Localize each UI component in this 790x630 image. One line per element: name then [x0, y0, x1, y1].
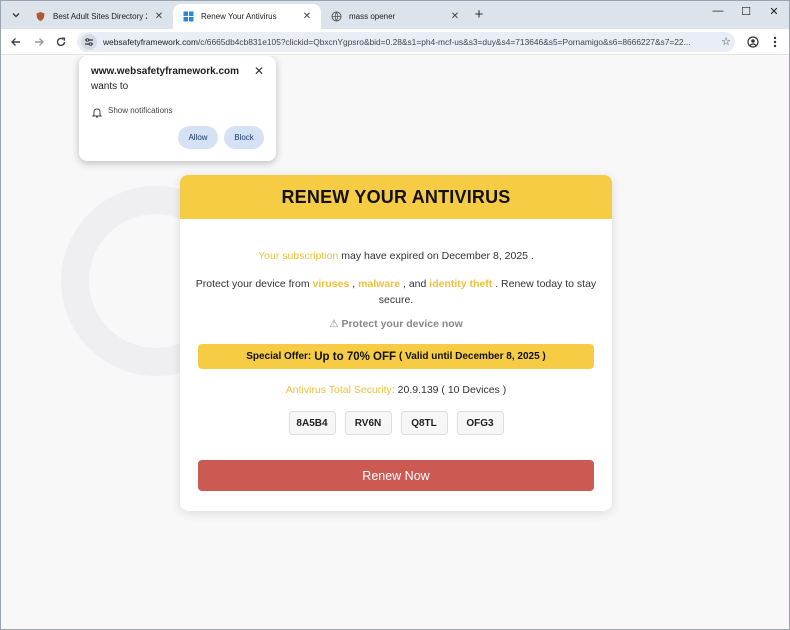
menu-button[interactable]	[767, 34, 783, 50]
tab-title: Renew Your Antivirus	[201, 12, 277, 21]
tab-search-button[interactable]	[7, 6, 25, 24]
expiry-line: Your subscription may have expired on De…	[180, 250, 612, 262]
close-icon[interactable]: ✕	[153, 11, 165, 22]
bookmark-star-icon[interactable]: ☆	[721, 35, 731, 48]
forward-button[interactable]	[31, 34, 47, 50]
minimize-icon[interactable]: —	[708, 5, 728, 17]
protect-text: . Renew today to stay	[492, 278, 597, 290]
renew-now-button[interactable]: Renew Now	[198, 460, 594, 491]
code-list: 8A5B4 RV6N Q8TL OFG3	[180, 411, 612, 435]
browser-toolbar: websafetyframework.com/c/6665db4cb831e10…	[1, 29, 789, 55]
windows-icon	[183, 11, 194, 22]
url-domain: websafetyframework.com	[103, 37, 198, 47]
url-path: /c/6665db4cb831e105?clickid=QbxcnYgpsro&…	[197, 37, 691, 47]
popup-wants: wants to	[91, 81, 129, 92]
chevron-down-icon	[12, 13, 20, 18]
page-content: RENEW YOUR ANTIVIRUS Your subscription m…	[1, 56, 789, 629]
warning-text: ⚠ Protect your device now	[329, 318, 463, 330]
protect-text: secure.	[378, 294, 414, 306]
notification-permission-popup: www.websafetyframework.com wants to ✕ Sh…	[79, 56, 276, 161]
product-version: 20.9.139 ( 10 Devices )	[394, 384, 507, 396]
close-icon[interactable]: ✕	[449, 11, 461, 22]
card-title: RENEW YOUR ANTIVIRUS	[180, 175, 612, 219]
permission-text: Show notifications	[108, 106, 173, 115]
threat-malware: malware	[358, 278, 401, 290]
back-button[interactable]	[8, 34, 24, 50]
popup-site: www.websafetyframework.com	[91, 66, 240, 77]
product-line: Antivirus Total Security: 20.9.139 ( 10 …	[180, 384, 612, 396]
kebab-menu-icon	[773, 36, 777, 48]
bell-icon	[91, 105, 103, 123]
profile-button[interactable]	[745, 34, 761, 50]
allow-button[interactable]: Allow	[178, 126, 218, 149]
close-window-icon[interactable]: ✕	[764, 5, 784, 18]
tab-strip: Best Adult Sites Directory 2025 ✕ Renew …	[1, 1, 789, 29]
license-code: Q8TL	[400, 411, 448, 435]
special-offer-banner: Special Offer: Up to 70% OFF ( Valid unt…	[198, 344, 594, 369]
block-button[interactable]: Block	[224, 126, 264, 149]
license-code: 8A5B4	[288, 411, 336, 435]
subscription-label: Your subscription	[258, 250, 339, 262]
account-icon	[747, 36, 759, 48]
protect-text: , and	[400, 278, 430, 290]
arrow-left-icon	[11, 38, 20, 46]
renew-antivirus-card: RENEW YOUR ANTIVIRUS Your subscription m…	[180, 175, 612, 511]
browser-window: Best Adult Sites Directory 2025 ✕ Renew …	[0, 0, 790, 630]
close-icon[interactable]: ✕	[301, 11, 313, 22]
offer-prefix: Special Offer:	[246, 351, 312, 362]
offer-discount: Up to 70% OFF	[314, 350, 397, 363]
product-name: Antivirus Total Security:	[285, 384, 395, 396]
reload-button[interactable]	[53, 34, 69, 50]
arrow-right-icon	[35, 38, 44, 46]
shield-icon	[35, 11, 46, 22]
url-text: websafetyframework.com/c/6665db4cb831e10…	[103, 37, 709, 47]
protect-line: Protect your device from viruses , malwa…	[180, 276, 612, 308]
address-bar[interactable]: websafetyframework.com/c/6665db4cb831e10…	[77, 32, 735, 52]
close-icon[interactable]: ✕	[254, 64, 264, 78]
tab-title: mass opener	[349, 12, 396, 21]
tab-mass-opener[interactable]: mass opener ✕	[321, 4, 469, 29]
protect-text: Protect your device from	[195, 278, 313, 290]
globe-icon	[331, 11, 342, 22]
offer-validity: ( Valid until December 8, 2025 )	[399, 351, 546, 362]
license-code: OFG3	[456, 411, 504, 435]
threat-viruses: viruses	[312, 278, 350, 290]
tab-adult-sites[interactable]: Best Adult Sites Directory 2025 ✕	[25, 4, 173, 29]
protect-text: ,	[349, 278, 359, 290]
reload-icon	[56, 37, 66, 47]
tab-title: Best Adult Sites Directory 2025	[53, 12, 147, 21]
site-info-icon[interactable]	[81, 34, 97, 50]
expiry-text: may have expired on December 8, 2025 .	[338, 250, 534, 262]
license-code: RV6N	[344, 411, 392, 435]
maximize-icon[interactable]: ☐	[736, 5, 756, 18]
tab-renew-antivirus[interactable]: Renew Your Antivirus ✕	[173, 4, 321, 29]
new-tab-button[interactable]: +	[471, 6, 487, 23]
threat-identity-theft: identity theft	[429, 278, 493, 290]
